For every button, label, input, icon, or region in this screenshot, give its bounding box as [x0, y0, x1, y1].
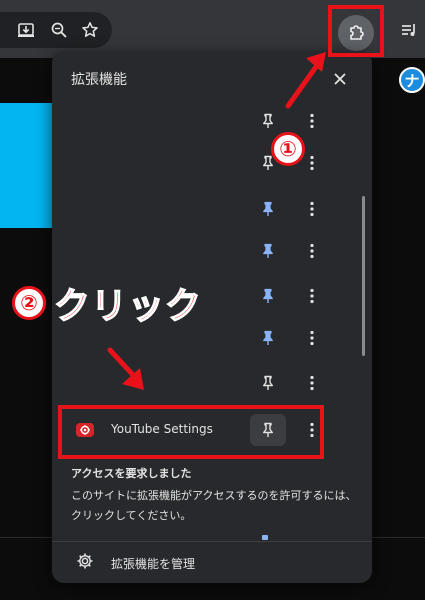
manage-extensions-label: 拡張機能を管理 [111, 557, 196, 571]
step-2-badge: ② [12, 286, 46, 320]
pin-outline-icon [262, 375, 274, 391]
pin-filled-icon [262, 330, 274, 346]
page-site-icon-glyph: ナ [404, 71, 420, 90]
media-queue-icon[interactable] [397, 18, 421, 42]
more-vertical-icon [310, 330, 314, 346]
extension-row[interactable] [52, 229, 358, 273]
arrow-to-extensions-button [285, 52, 326, 109]
pin-button[interactable] [250, 280, 286, 312]
page-blue-banner [0, 103, 52, 228]
more-options-button[interactable] [302, 235, 322, 267]
highlight-box-extensions-button [328, 5, 384, 57]
more-vertical-icon [310, 243, 314, 259]
click-instruction-label: クリック [53, 285, 203, 328]
more-vertical-icon [310, 113, 314, 129]
more-options-button[interactable] [302, 147, 322, 179]
pin-button[interactable] [250, 322, 286, 354]
highlight-box-youtube-settings [58, 405, 324, 459]
pin-button[interactable] [250, 193, 286, 225]
more-vertical-icon [310, 201, 314, 217]
pin-outline-icon [262, 155, 274, 171]
page-site-icon[interactable]: ナ [399, 67, 425, 93]
manage-extensions-button[interactable]: 拡張機能を管理 [52, 542, 372, 583]
pin-outline-icon [262, 113, 274, 129]
pin-button[interactable] [250, 235, 286, 267]
extension-row[interactable] [52, 361, 358, 405]
pin-filled-icon [262, 201, 274, 217]
access-requested-heading: アクセスを要求しました [71, 467, 192, 480]
bookmark-star-icon[interactable] [78, 18, 102, 42]
more-options-button[interactable] [302, 322, 322, 354]
more-options-button[interactable] [302, 367, 322, 399]
pin-filled-icon [262, 535, 268, 540]
pin-button[interactable] [250, 367, 286, 399]
popup-title: 拡張機能 [71, 72, 127, 88]
pin-filled-icon [262, 243, 274, 259]
install-icon[interactable] [14, 18, 38, 42]
zoom-icon[interactable] [47, 18, 71, 42]
arrow-to-youtube-settings [107, 347, 144, 390]
more-options-button[interactable] [302, 193, 322, 225]
popup-scrollbar[interactable] [362, 196, 365, 356]
close-button[interactable] [330, 69, 350, 89]
more-vertical-icon [310, 155, 314, 171]
more-vertical-icon [310, 288, 314, 304]
gear-icon [76, 552, 94, 570]
pin-filled-icon [262, 288, 274, 304]
more-vertical-icon [310, 375, 314, 391]
close-icon [334, 73, 346, 85]
extension-row[interactable] [52, 187, 358, 231]
pin-button[interactable] [250, 105, 286, 137]
more-options-button[interactable] [302, 280, 322, 312]
access-requested-text: このサイトに拡張機能がアクセスするのを許可するには、クリックしてください。 [71, 489, 357, 522]
step-1-badge: ① [271, 132, 305, 166]
extension-row[interactable] [52, 141, 358, 185]
